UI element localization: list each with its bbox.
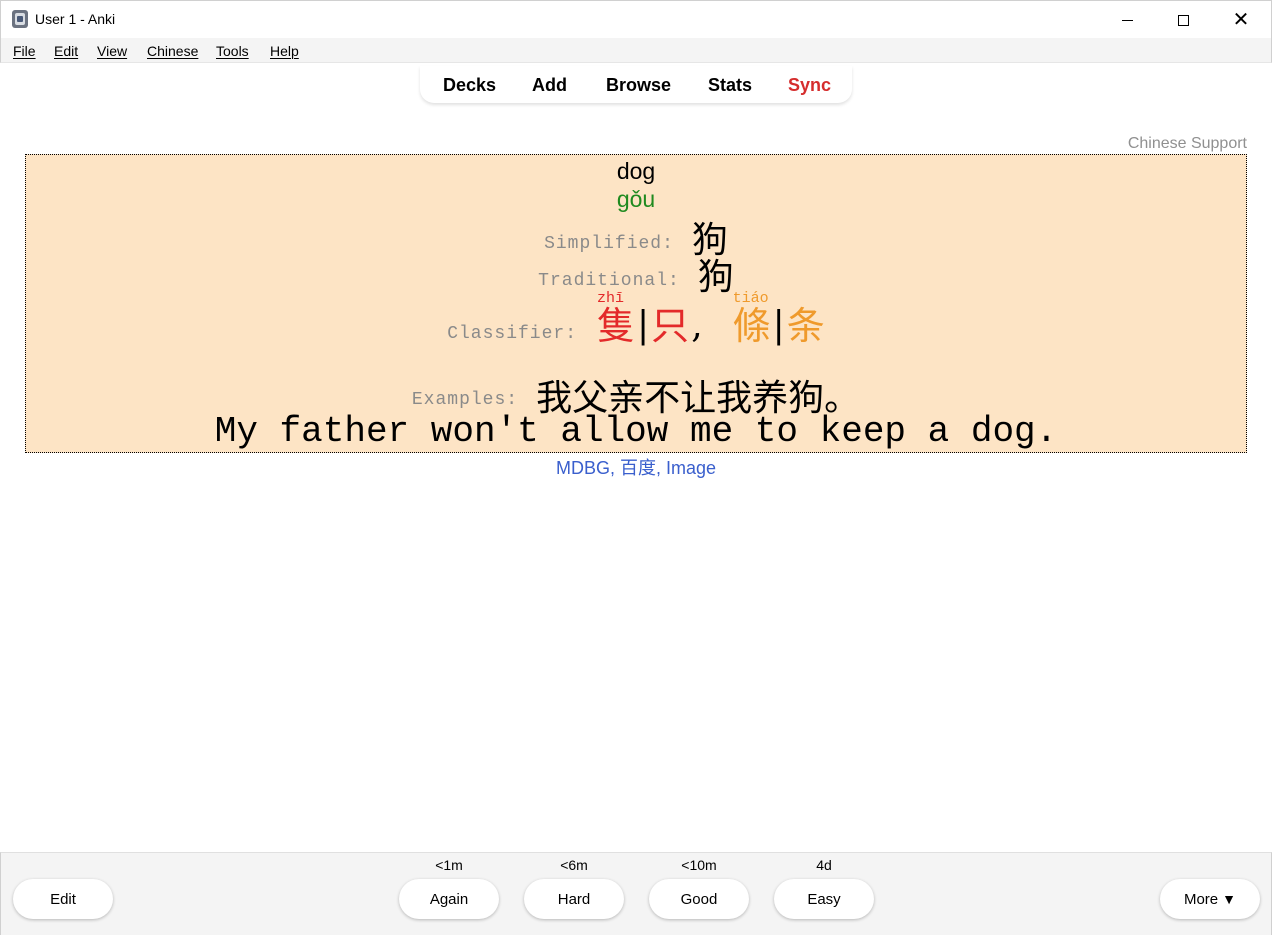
mdbg-link[interactable]: MDBG (556, 458, 610, 478)
stats-link[interactable]: Stats (708, 75, 752, 96)
menu-help[interactable]: Help (270, 43, 299, 59)
menu-tools[interactable]: Tools (216, 43, 249, 59)
minimize-icon (1121, 19, 1133, 21)
menu-chinese[interactable]: Chinese (147, 43, 198, 59)
title-bar: User 1 - Anki ✕ (0, 0, 1272, 38)
link-separator: , (609, 458, 620, 478)
good-interval: <10m (681, 857, 717, 873)
examples-label: Examples: (411, 390, 519, 410)
traditional-label: Traditional: (538, 271, 680, 291)
sync-link[interactable]: Sync (788, 75, 831, 96)
maximize-icon (1177, 14, 1189, 26)
card-pinyin: gǒu (616, 186, 656, 212)
review-card: dog gǒu Simplified: 狗 Traditional: 狗 Class… (25, 154, 1247, 453)
classifier-separator: | (637, 305, 650, 346)
decks-link[interactable]: Decks (443, 75, 496, 96)
menu-edit[interactable]: Edit (54, 43, 78, 59)
classifier-1-traditional: zhī 隻 (597, 290, 636, 348)
close-icon: ✕ (1232, 9, 1250, 31)
example-english: My father won't allow me to keep a dog. (214, 411, 1058, 452)
baidu-link[interactable]: 百度 (620, 458, 656, 479)
classifier-separator: | (772, 305, 785, 346)
main-toolbar: Decks Add Browse Stats Sync (420, 66, 852, 103)
triangle-down-icon: ▼ (1222, 891, 1237, 907)
hard-interval: <6m (560, 857, 588, 873)
dictionary-links: MDBG, 百度, Image (0, 454, 1272, 480)
classifier-2-simplified: 条 (786, 304, 825, 348)
browse-link[interactable]: Browse (606, 75, 671, 96)
classifier-2-traditional: tiáo 條 (732, 290, 771, 348)
menu-view[interactable]: View (97, 43, 127, 59)
menu-bar: File Edit View Chinese Tools Help (0, 38, 1272, 63)
classifier-1-simplified: 只 (651, 304, 690, 348)
classifier-comma: , (691, 305, 703, 346)
classifier-1-pinyin: zhī (597, 290, 625, 307)
add-link[interactable]: Add (532, 75, 567, 96)
good-button[interactable]: Good (649, 879, 749, 919)
more-button[interactable]: More ▼ (1160, 879, 1260, 919)
close-button[interactable]: ✕ (1212, 1, 1270, 39)
maximize-button[interactable] (1154, 1, 1212, 39)
easy-interval: 4d (816, 857, 832, 873)
answer-bar: Edit <1m Again <6m Hard <10m Good 4d Eas… (0, 852, 1272, 935)
link-separator: , (655, 458, 666, 478)
minimize-button[interactable] (1098, 1, 1156, 39)
easy-button[interactable]: Easy (774, 879, 874, 919)
more-label: More (1183, 890, 1219, 908)
again-button[interactable]: Again (399, 879, 499, 919)
classifier-label: Classifier: (447, 324, 578, 344)
image-link[interactable]: Image (666, 458, 716, 478)
menu-file[interactable]: File (13, 43, 36, 59)
edit-button[interactable]: Edit (13, 879, 113, 919)
again-interval: <1m (435, 857, 463, 873)
hard-button[interactable]: Hard (524, 879, 624, 919)
card-word: dog (616, 158, 656, 184)
window-title: User 1 - Anki (35, 11, 116, 27)
classifier-2-pinyin: tiáo (732, 290, 769, 307)
anki-app-icon (12, 10, 28, 28)
classifier-row: Classifier: zhī 隻 | 只, tiáo 條 | 条 (26, 290, 1246, 350)
chinese-support-label: Chinese Support (1127, 135, 1247, 152)
